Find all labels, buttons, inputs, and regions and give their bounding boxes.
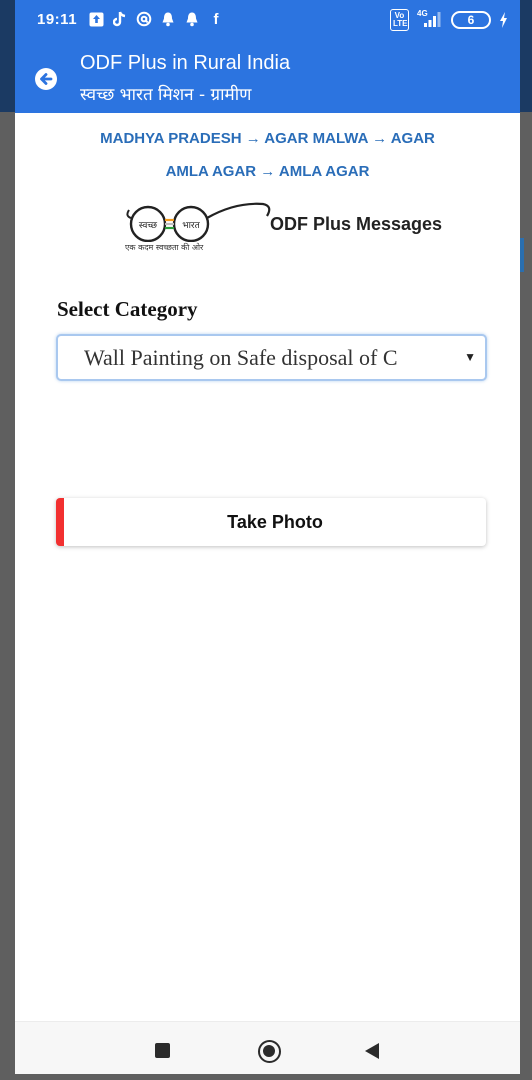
- window-frame-left: [0, 0, 15, 1080]
- page-subtitle: स्वच्छ भारत मिशन - ग्रामीण: [80, 85, 252, 105]
- home-icon[interactable]: [258, 1040, 281, 1063]
- bell-icon: [183, 10, 201, 28]
- system-status-icons: Vo LTE 4G 6: [390, 9, 508, 31]
- battery-icon: 6: [451, 11, 491, 29]
- breadcrumb: MADHYA PRADESH → AGAR MALWA → AGAR AMLA …: [15, 122, 520, 188]
- category-select[interactable]: Wall Painting on Safe disposal of C ▼: [56, 334, 487, 381]
- app-header: 19:11 f Vo LTE 4G 6 ODF Plus in Rural In…: [15, 0, 520, 113]
- page-title: ODF Plus in Rural India: [80, 52, 291, 74]
- back-triangle-icon[interactable]: [365, 1043, 379, 1059]
- breadcrumb-line: AMLA AGAR → AMLA AGAR: [165, 163, 370, 180]
- arrow-left-circle-icon: [40, 73, 53, 85]
- messages-title: ODF Plus Messages: [270, 214, 443, 234]
- window-frame-bottom: [0, 1074, 532, 1080]
- category-label: Select Category: [57, 297, 198, 321]
- at-sign-icon: [135, 10, 153, 28]
- swachh-bharat-logo: स्वच्छ भारत एक कदम स्वच्छता की ओर: [123, 196, 273, 260]
- facebook-icon: f: [213, 10, 219, 28]
- status-bar: 19:11 f Vo LTE 4G 6: [15, 0, 520, 40]
- breadcrumb-line: MADHYA PRADESH → AGAR MALWA → AGAR: [100, 130, 435, 147]
- tiktok-icon: [111, 10, 129, 28]
- volte-icon: Vo LTE: [390, 9, 409, 31]
- recent-apps-icon[interactable]: [155, 1043, 170, 1058]
- logo-left-word: स्वच्छ: [139, 221, 158, 231]
- app-bar: ODF Plus in Rural India स्वच्छ भारत मिशन…: [15, 40, 520, 113]
- caret-down-icon: ▼: [464, 350, 476, 364]
- phone-screen: 19:11 f Vo LTE 4G 6 ODF Plus in Rural In…: [15, 0, 520, 1074]
- signal-icon: 4G: [417, 9, 443, 29]
- android-nav-bar: [15, 1021, 520, 1074]
- window-frame-right: [520, 0, 532, 1080]
- upload-notification-icon: [87, 10, 105, 28]
- logo-tagline: एक कदम स्वच्छता की ओर: [125, 243, 204, 252]
- take-photo-button[interactable]: Take Photo: [56, 498, 486, 546]
- take-photo-label: Take Photo: [227, 511, 323, 532]
- battery-level: 6: [467, 13, 475, 27]
- bell-icon: [159, 10, 177, 28]
- category-selected-value: Wall Painting on Safe disposal of C: [84, 345, 398, 370]
- charging-icon: [499, 12, 508, 28]
- back-button[interactable]: [35, 68, 57, 90]
- status-time: 19:11: [37, 11, 78, 28]
- logo-right-word: भारत: [182, 221, 200, 231]
- notification-icons: f: [87, 10, 225, 28]
